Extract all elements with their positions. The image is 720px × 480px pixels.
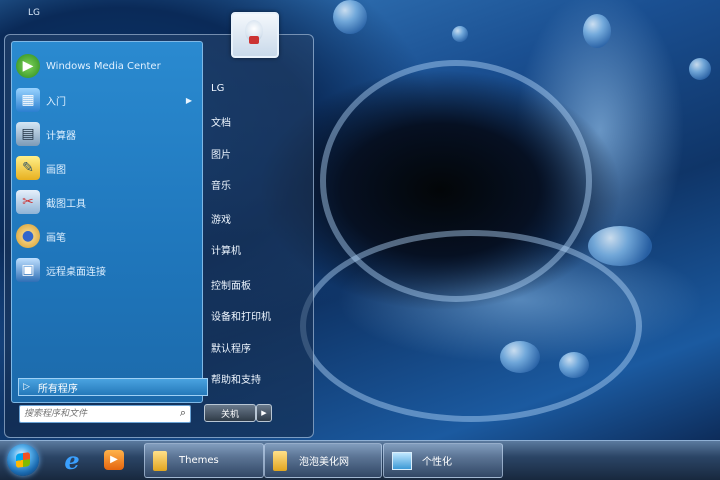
start-button[interactable] (7, 444, 39, 476)
search-box[interactable]: ⌕ (19, 405, 191, 423)
program-media-center[interactable]: ▶ Windows Media Center (16, 52, 196, 80)
program-label: 入门 (46, 96, 66, 108)
folder-icon (273, 450, 287, 471)
taskbar-button-personalize[interactable]: 个性化 (383, 443, 503, 478)
place-documents[interactable]: 文档 (211, 114, 231, 129)
program-label: Windows Media Center (46, 60, 161, 72)
place-default-programs[interactable]: 默认程序 (211, 340, 251, 355)
brush-icon: ● (16, 224, 40, 248)
program-snipping-tool[interactable]: ✂ 截图工具 (16, 188, 196, 216)
media-center-icon: ▶ (16, 54, 40, 78)
program-brush[interactable]: ● 画笔 (16, 222, 196, 250)
control-panel-icon (392, 451, 412, 470)
program-label: 远程桌面连接 (46, 266, 106, 278)
water-drop (689, 58, 711, 80)
program-label: 画图 (46, 164, 66, 176)
place-help-support[interactable]: 帮助和支持 (211, 371, 261, 386)
remote-desktop-icon: ▣ (16, 258, 40, 282)
water-drop (452, 26, 468, 42)
program-remote-desktop[interactable]: ▣ 远程桌面连接 (16, 256, 196, 284)
place-games[interactable]: 游戏 (211, 211, 231, 226)
shutdown-options-button[interactable]: ▶ (256, 404, 272, 422)
programs-pane: ▶ Windows Media Center ▦ 入门 ▶ ▤ 计算器 ✎ 画图… (11, 41, 208, 403)
search-input[interactable] (20, 407, 164, 421)
program-label: 截图工具 (46, 198, 86, 210)
water-drop (333, 0, 367, 34)
desktop-label: LG (28, 8, 40, 18)
folder-icon (153, 450, 167, 471)
taskbar-button-label: 泡泡美化网 (299, 457, 349, 468)
start-menu: ▶ Windows Media Center ▦ 入门 ▶ ▤ 计算器 ✎ 画图… (4, 34, 314, 438)
all-programs-label: 所有程序 (37, 383, 78, 395)
taskbar-button-label: Themes (179, 455, 219, 466)
getting-started-icon: ▦ (16, 88, 40, 112)
places-pane: LG 文档 图片 音乐 游戏 计算机 控制面板 设备和打印机 默认程序 帮助和支… (205, 71, 307, 421)
place-user-folder[interactable]: LG (211, 83, 224, 94)
place-pictures[interactable]: 图片 (211, 146, 231, 161)
water-drop (588, 226, 652, 266)
triangle-right-icon: ▷ (23, 382, 30, 392)
paint-icon: ✎ (16, 156, 40, 180)
program-calculator[interactable]: ▤ 计算器 (16, 120, 196, 148)
program-label: 画笔 (46, 232, 66, 244)
submenu-arrow-icon: ▶ (185, 95, 192, 105)
taskbar-button-label: 个性化 (422, 457, 452, 468)
search-icon[interactable]: ⌕ (180, 406, 186, 420)
shutdown-button[interactable]: 关机 (204, 404, 256, 422)
taskbar-button-paopao[interactable]: 泡泡美化网 (264, 443, 382, 478)
program-paint[interactable]: ✎ 画图 (16, 154, 196, 182)
program-label: 计算器 (46, 130, 76, 142)
place-control-panel[interactable]: 控制面板 (211, 277, 251, 292)
water-drop (583, 14, 611, 48)
internet-explorer-icon[interactable]: e (58, 446, 86, 475)
place-music[interactable]: 音乐 (211, 177, 231, 192)
avatar-badge-icon (249, 36, 259, 44)
water-swirl (300, 230, 642, 422)
arrow-right-icon: ▶ (261, 409, 267, 417)
user-avatar[interactable] (231, 12, 279, 58)
play-icon: ▶ (104, 450, 124, 470)
snipping-tool-icon: ✂ (16, 190, 40, 214)
program-getting-started[interactable]: ▦ 入门 ▶ (16, 86, 196, 114)
windows-logo-icon (16, 452, 30, 468)
place-computer[interactable]: 计算机 (211, 242, 241, 257)
taskbar-button-themes[interactable]: Themes (144, 443, 264, 478)
calculator-icon: ▤ (16, 122, 40, 146)
all-programs-button[interactable]: ▷ 所有程序 (18, 378, 208, 396)
place-devices-printers[interactable]: 设备和打印机 (211, 308, 271, 323)
media-player-icon[interactable]: ▶ (100, 446, 128, 474)
